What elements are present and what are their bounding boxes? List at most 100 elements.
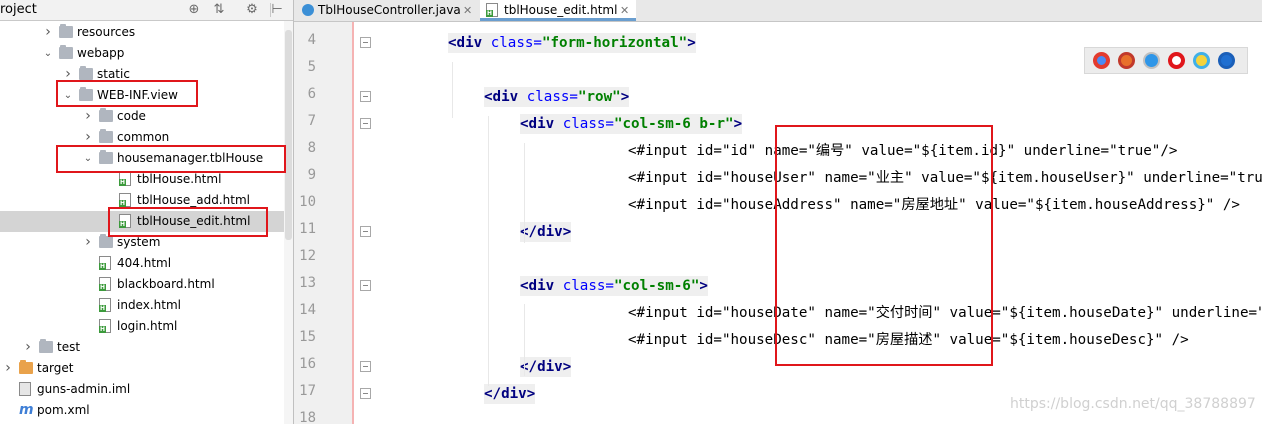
fold-marker-icon[interactable]	[360, 118, 371, 129]
ie-icon[interactable]	[1193, 52, 1210, 69]
line-number: 16	[299, 356, 316, 372]
firefox-icon[interactable]	[1118, 52, 1135, 69]
tree-item[interactable]: m pom.xml	[0, 400, 293, 421]
tree-item[interactable]: guns-admin.iml	[0, 379, 293, 400]
line-number: 15	[299, 329, 316, 345]
tree-item[interactable]: › test	[0, 337, 293, 358]
module-file-icon	[19, 382, 31, 396]
edge-icon[interactable]	[1218, 52, 1235, 69]
project-panel-header: roject ⊕ ⇅ ⚙ ⊢	[0, 0, 293, 21]
highlight-box-edit-file	[108, 207, 268, 237]
chevron-right-icon[interactable]: ›	[82, 106, 94, 127]
tree-item-label: tblHouse_add.html	[137, 193, 250, 207]
tree-scrollbar-thumb[interactable]	[285, 30, 292, 240]
tree-item-label: common	[117, 130, 170, 144]
highlight-box-housemanager	[56, 145, 286, 173]
line-number: 14	[299, 302, 316, 318]
close-icon[interactable]: ✕	[463, 0, 472, 21]
fold-marker-icon[interactable]	[360, 280, 371, 291]
fold-marker-icon[interactable]	[360, 91, 371, 102]
tree-item-label: pom.xml	[37, 403, 90, 417]
code-line: <div class="form-horizontal">	[448, 33, 696, 53]
tab-tblhouse-edit[interactable]: H tblHouse_edit.html ✕	[480, 0, 636, 21]
tree-item-label: system	[117, 235, 161, 249]
tree-item[interactable]: ⌄ webapp	[0, 43, 293, 64]
tab-label: tblHouse_edit.html	[504, 3, 618, 17]
project-panel-title[interactable]: roject	[0, 2, 37, 17]
code-line: </div>	[520, 222, 572, 242]
highlight-box-code	[775, 125, 993, 366]
tree-item[interactable]: H 404.html	[0, 253, 293, 274]
tab-tblhousecontroller[interactable]: TblHouseController.java ✕	[298, 0, 474, 21]
html-file-icon: H	[486, 3, 498, 17]
folder-icon	[79, 66, 93, 80]
line-number: 11	[299, 221, 316, 237]
folder-icon	[99, 129, 113, 143]
tree-item[interactable]: › resources	[0, 22, 293, 43]
collapse-icon[interactable]: ⇅	[210, 1, 228, 19]
maven-icon: m	[19, 402, 34, 418]
folder-icon	[59, 24, 73, 38]
tree-item-label: target	[37, 361, 74, 375]
folder-icon	[59, 45, 73, 59]
chevron-right-icon[interactable]: ›	[42, 22, 54, 43]
line-number: 4	[307, 32, 316, 48]
tree-item-label: login.html	[117, 319, 178, 333]
watermark: https://blog.csdn.net/qq_38788897	[1010, 396, 1256, 412]
chevron-right-icon[interactable]: ›	[22, 337, 34, 358]
code-line: </div>	[520, 357, 572, 377]
tree-item-label: index.html	[117, 298, 181, 312]
tree-item-label: webapp	[77, 46, 125, 60]
right-margin-line	[352, 22, 354, 424]
chevron-down-icon[interactable]: ⌄	[42, 43, 54, 64]
html-file-icon: H	[119, 193, 131, 207]
project-panel: roject ⊕ ⇅ ⚙ ⊢ › resources ⌄ webapp › static ⌄…	[0, 0, 293, 424]
target-icon[interactable]: ⊕	[185, 1, 203, 19]
line-number: 12	[299, 248, 316, 264]
gear-icon[interactable]: ⚙	[243, 1, 261, 19]
chrome-icon[interactable]	[1093, 52, 1110, 69]
fold-marker-icon[interactable]	[360, 388, 371, 399]
line-number: 8	[307, 140, 316, 156]
indent-guide	[452, 62, 453, 118]
line-number: 18	[299, 410, 316, 424]
tab-label: TblHouseController.java	[318, 3, 461, 17]
chevron-right-icon[interactable]: ›	[82, 232, 94, 253]
indent-guide	[524, 304, 525, 376]
folder-icon	[39, 339, 53, 353]
close-icon[interactable]: ✕	[620, 0, 629, 21]
html-file-icon: H	[99, 277, 111, 291]
highlight-box-web-inf	[56, 80, 198, 107]
folder-icon	[99, 108, 113, 122]
folder-icon	[99, 234, 113, 248]
tree-item[interactable]: Hlogin.html	[0, 316, 293, 337]
line-number: 6	[307, 86, 316, 102]
indent-guide	[524, 143, 525, 243]
tree-item[interactable]: Hblackboard.html	[0, 274, 293, 295]
line-number: 17	[299, 383, 316, 399]
tree-item-label: code	[117, 109, 146, 123]
fold-marker-icon[interactable]	[360, 37, 371, 48]
tree-item[interactable]: › code	[0, 106, 293, 127]
tree-item[interactable]: Hindex.html	[0, 295, 293, 316]
hide-icon[interactable]: ⊢	[268, 1, 286, 19]
fold-marker-icon[interactable]	[360, 226, 371, 237]
html-file-icon: H	[99, 256, 111, 270]
safari-icon[interactable]	[1143, 52, 1160, 69]
editor-tab-bar: TblHouseController.java ✕ H tblHouse_edi…	[294, 0, 1262, 22]
html-file-icon: H	[119, 172, 131, 186]
line-number: 13	[299, 275, 316, 291]
chevron-right-icon[interactable]: ›	[2, 358, 14, 379]
tree-item-label: resources	[77, 25, 136, 39]
browser-preview-bar	[1084, 47, 1248, 74]
line-number-gutter: 4 5 6 7 8 9 10 11 12 13 14 15 16 17 18	[294, 22, 354, 424]
html-file-icon: H	[99, 298, 111, 312]
opera-icon[interactable]	[1168, 52, 1185, 69]
code-line: <div class="row">	[484, 87, 630, 107]
editor-panel: TblHouseController.java ✕ H tblHouse_edi…	[294, 0, 1262, 424]
tree-item[interactable]: › target	[0, 358, 293, 379]
line-number: 10	[299, 194, 316, 210]
tree-item-label: guns-admin.iml	[37, 382, 131, 396]
line-number: 7	[307, 113, 316, 129]
fold-marker-icon[interactable]	[360, 361, 371, 372]
